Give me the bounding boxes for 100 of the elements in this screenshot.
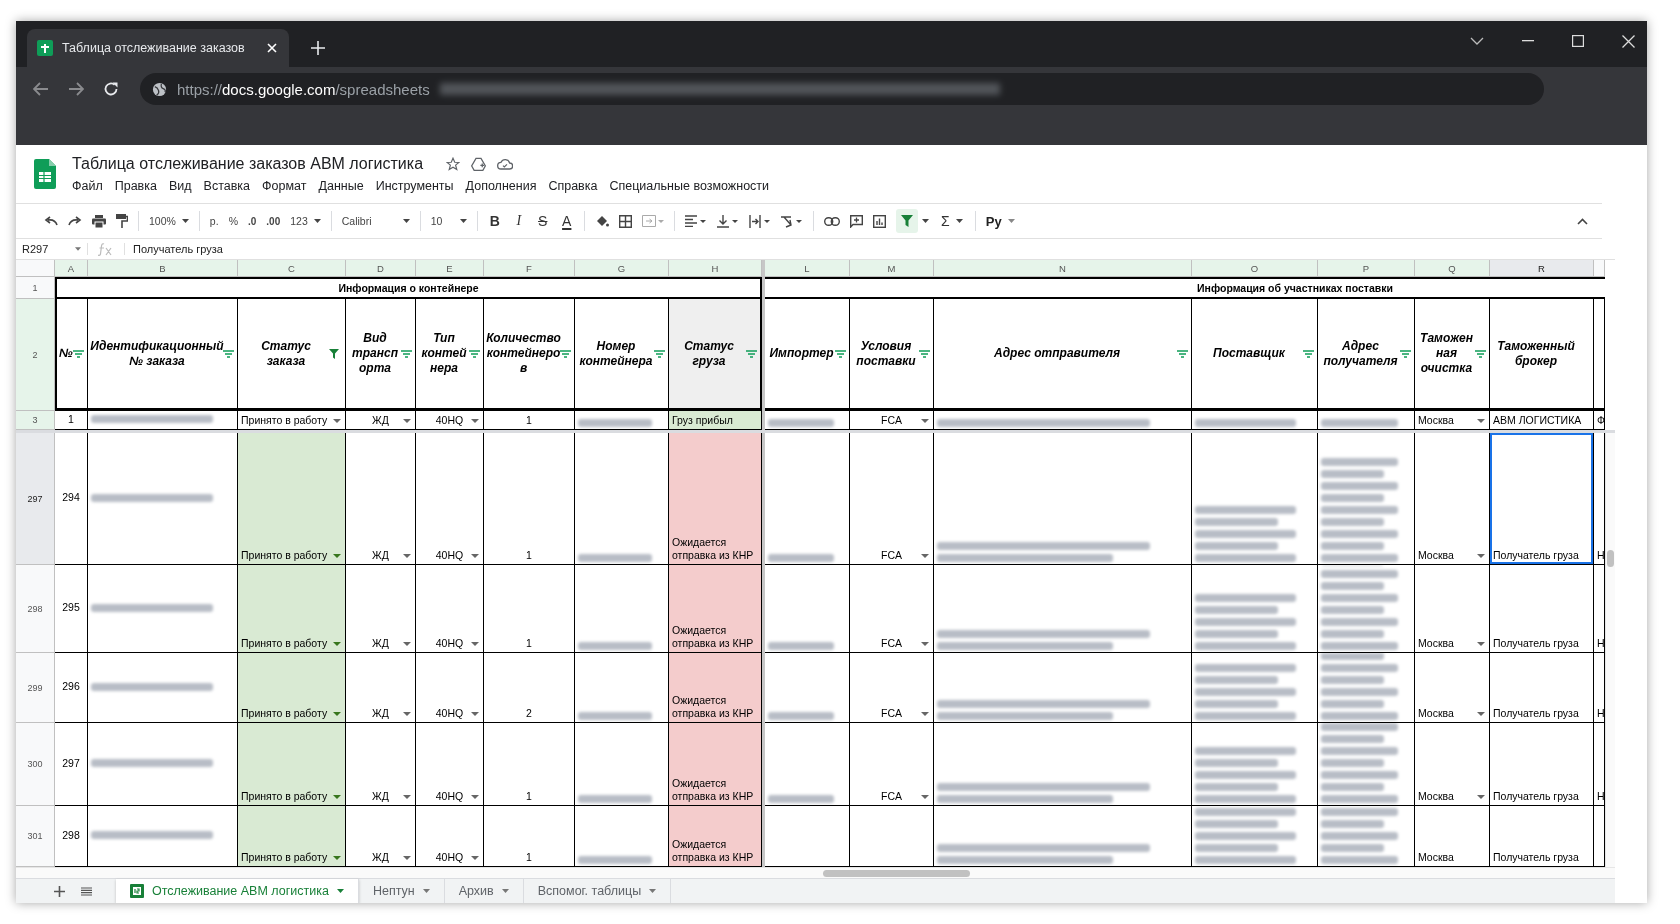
dropdown-arrow-icon[interactable] (403, 795, 411, 799)
text-color-button[interactable]: A (559, 213, 574, 229)
table-cell[interactable] (765, 565, 850, 653)
menu-item[interactable]: Специальные возможности (603, 177, 776, 195)
column-header[interactable]: R (1490, 260, 1594, 277)
table-cell[interactable]: Получатель груза (1490, 653, 1594, 723)
table-cell[interactable]: FCA (850, 411, 934, 430)
decrease-decimals-button[interactable]: .0 (247, 215, 257, 227)
table-cell[interactable] (88, 565, 238, 653)
table-cell[interactable]: FCA (850, 433, 934, 565)
sheet-tab[interactable]: Вспомог. таблицы (523, 879, 672, 903)
table-cell[interactable] (1318, 411, 1415, 430)
filter-icon[interactable] (835, 349, 846, 358)
dropdown-arrow-icon[interactable] (403, 642, 411, 646)
row-number[interactable]: 300 (16, 723, 55, 806)
table-cell[interactable] (1318, 433, 1415, 565)
table-cell[interactable]: 2 (484, 653, 575, 723)
sheets-logo-icon[interactable] (34, 159, 56, 189)
column-header[interactable]: B (88, 260, 238, 277)
table-cell[interactable]: Принято в работу (238, 411, 346, 430)
table-cell[interactable] (575, 653, 669, 723)
filter-icon[interactable] (329, 348, 339, 359)
dropdown-arrow-icon[interactable] (333, 642, 341, 646)
text-wrap-icon[interactable] (748, 214, 771, 228)
undo-icon[interactable] (44, 216, 58, 226)
table-cell[interactable]: 296 (55, 653, 88, 723)
table-cell[interactable]: 1 (484, 411, 575, 430)
sheet-tab[interactable]: Нептун (358, 879, 445, 903)
minimize-icon[interactable] (1522, 40, 1534, 42)
formula-input[interactable]: Получатель груза (124, 243, 223, 255)
table-cell[interactable]: Груз прибыл (669, 411, 762, 430)
table-cell[interactable] (88, 411, 238, 430)
table-cell[interactable] (88, 433, 238, 565)
filter-button[interactable] (895, 209, 918, 233)
dropdown-arrow-icon[interactable] (471, 419, 479, 423)
table-cell[interactable]: 1 (484, 433, 575, 565)
font-size-dropdown[interactable]: 10 (430, 215, 467, 227)
table-cell[interactable]: Ожидается отправка из КНР (669, 565, 762, 653)
table-cell[interactable] (88, 653, 238, 723)
row-number[interactable]: 299 (16, 653, 55, 723)
row-number[interactable]: 3 (16, 411, 55, 430)
dropdown-arrow-icon[interactable] (333, 856, 341, 860)
table-cell[interactable] (934, 565, 1192, 653)
sheet-tab[interactable]: Архив (444, 879, 524, 903)
chart-icon[interactable] (872, 214, 886, 228)
table-cell[interactable]: 40HQ (416, 723, 484, 806)
table-cell[interactable] (765, 653, 850, 723)
cloud-icon[interactable] (497, 158, 514, 170)
table-cell[interactable]: ЖД (346, 565, 416, 653)
dropdown-arrow-icon[interactable] (471, 856, 479, 860)
dropdown-arrow-icon[interactable] (1477, 642, 1485, 646)
table-cell[interactable]: ЖД (346, 433, 416, 565)
menu-item[interactable]: Файл (72, 177, 109, 195)
table-cell[interactable]: Москва (1415, 411, 1490, 430)
table-cell[interactable] (765, 433, 850, 565)
align-icon[interactable] (684, 215, 707, 227)
menu-icon[interactable] (81, 886, 92, 896)
table-cell[interactable] (1192, 433, 1318, 565)
chevron-down-icon[interactable] (1470, 37, 1484, 45)
table-cell[interactable] (575, 411, 669, 430)
percent-button[interactable]: % (228, 215, 238, 227)
dropdown-arrow-icon[interactable] (1477, 554, 1485, 558)
dropdown-arrow-icon[interactable] (921, 419, 929, 423)
table-cell[interactable]: 1 (484, 723, 575, 806)
row-number[interactable]: 298 (16, 565, 55, 653)
column-header[interactable]: M (850, 260, 934, 277)
sheet-tab[interactable]: Отслеживание АВМ логистика (116, 879, 359, 903)
table-cell[interactable] (765, 411, 850, 430)
address-bar[interactable]: https://docs.google.com/spreadsheets (140, 73, 1544, 105)
column-header[interactable]: P (1318, 260, 1415, 277)
table-cell[interactable]: FCA (850, 565, 934, 653)
filter-icon[interactable] (1177, 349, 1188, 358)
merge-cells-icon[interactable] (641, 215, 664, 227)
table-cell[interactable]: 295 (55, 565, 88, 653)
menu-item[interactable]: Данные (312, 177, 370, 195)
dropdown-arrow-icon[interactable] (921, 712, 929, 716)
paint-format-icon[interactable] (116, 214, 128, 228)
table-cell[interactable]: 297 (55, 723, 88, 806)
menu-item[interactable]: Справка (542, 177, 604, 195)
filter-icon[interactable] (560, 349, 571, 358)
table-cell[interactable] (934, 806, 1192, 867)
table-cell[interactable]: Принято в работу (238, 433, 346, 565)
filter-icon[interactable] (223, 349, 234, 358)
table-cell[interactable]: 294 (55, 433, 88, 565)
filter-icon[interactable] (401, 349, 412, 358)
dropdown-arrow-icon[interactable] (921, 795, 929, 799)
table-cell[interactable]: Ожидается отправка из КНР (669, 806, 762, 867)
column-header[interactable]: A (55, 260, 88, 277)
table-cell[interactable]: 40HQ (416, 565, 484, 653)
close-icon[interactable] (1622, 34, 1635, 48)
table-cell[interactable] (1192, 411, 1318, 430)
menu-item[interactable]: Правка (108, 177, 163, 195)
filter-icon[interactable] (654, 349, 665, 358)
dropdown-arrow-icon[interactable] (1477, 795, 1485, 799)
borders-icon[interactable] (618, 214, 632, 228)
filter-icon[interactable] (1475, 349, 1486, 358)
forward-icon[interactable] (68, 82, 84, 96)
dropdown-arrow-icon[interactable] (403, 712, 411, 716)
filter-icon[interactable] (469, 349, 480, 358)
table-cell[interactable] (575, 723, 669, 806)
